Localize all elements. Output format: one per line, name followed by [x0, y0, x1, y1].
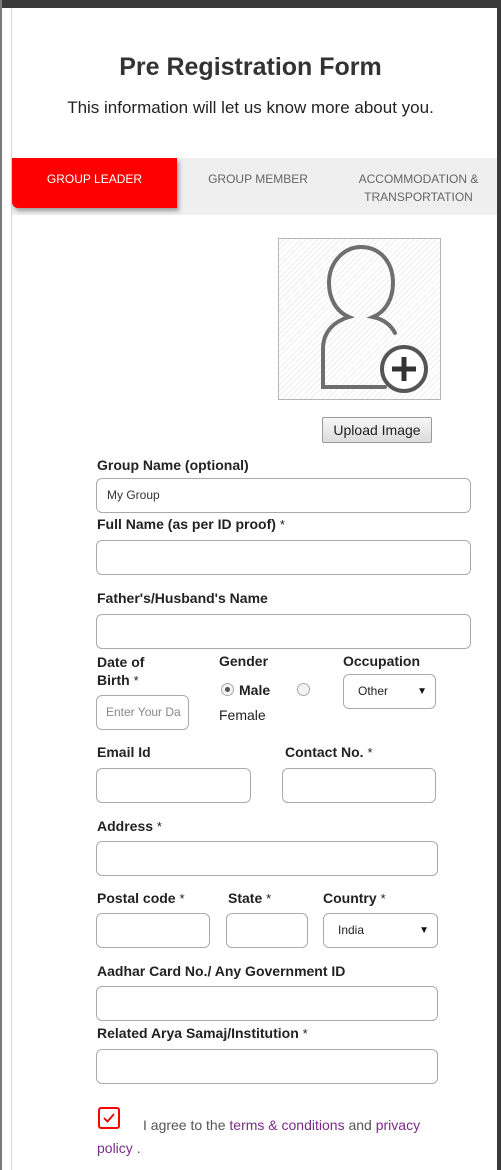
- label-text: Related Arya Samaj/Institution: [97, 1025, 299, 1041]
- arya-samaj-label: Related Arya Samaj/Institution *: [97, 1025, 308, 1041]
- country-select[interactable]: India ▼: [323, 913, 438, 948]
- label-text: Birth: [97, 672, 130, 688]
- agree-text: I agree to the: [143, 1117, 226, 1133]
- postal-code-label: Postal code *: [97, 890, 185, 906]
- select-value: India: [338, 923, 365, 937]
- state-label: State *: [228, 890, 271, 906]
- occupation-label: Occupation: [343, 653, 421, 669]
- gender-female-radio[interactable]: [297, 683, 310, 696]
- required-marker: *: [156, 819, 162, 834]
- label-text: State: [228, 890, 263, 906]
- profile-photo-placeholder[interactable]: [278, 238, 441, 400]
- group-name-input[interactable]: My Group: [96, 478, 471, 513]
- required-marker: *: [380, 891, 386, 906]
- required-marker: *: [179, 891, 185, 906]
- aadhar-label: Aadhar Card No./ Any Government ID: [97, 963, 346, 979]
- window-top-border: [0, 0, 501, 8]
- required-marker: *: [367, 745, 373, 760]
- tab-label-line1: ACCOMMODATION &: [358, 172, 479, 186]
- label-text: Address: [97, 818, 154, 834]
- required-marker: *: [266, 891, 272, 906]
- occupation-select[interactable]: Other ▼: [343, 674, 436, 709]
- country-label: Country *: [323, 890, 386, 906]
- required-marker: *: [302, 1026, 308, 1041]
- arya-samaj-input[interactable]: [96, 1049, 438, 1084]
- tab-group-member[interactable]: GROUP MEMBER: [188, 158, 328, 215]
- label-text: Date of: [97, 654, 145, 670]
- user-add-icon: [321, 244, 428, 393]
- required-marker: *: [279, 517, 285, 532]
- tab-accommodation-transportation[interactable]: ACCOMMODATION & TRANSPORTATION: [340, 158, 497, 215]
- window-left-border: [0, 0, 2, 1170]
- required-marker: *: [133, 673, 139, 688]
- gender-label: Gender: [219, 653, 269, 669]
- agree-text: .: [136, 1140, 141, 1156]
- label-text: Father's/Husband's Name: [97, 590, 268, 606]
- label-text: Group Name (optional): [97, 457, 249, 473]
- tab-label: GROUP LEADER: [46, 172, 143, 186]
- father-name-input[interactable]: [96, 614, 471, 649]
- dob-label: Date of Birth *: [97, 653, 144, 690]
- address-label: Address *: [97, 818, 162, 834]
- full-name-input[interactable]: [96, 540, 471, 575]
- email-input[interactable]: [96, 768, 251, 803]
- agree-text: and: [348, 1117, 372, 1133]
- address-input[interactable]: [96, 841, 438, 876]
- contact-label: Contact No. *: [285, 744, 373, 760]
- postal-code-input[interactable]: [96, 913, 210, 948]
- label-text: Contact No.: [285, 744, 364, 760]
- page-subtitle: This information will let us know more a…: [67, 98, 434, 117]
- aadhar-input[interactable]: [96, 986, 438, 1021]
- dropdown-caret-icon: ▼: [417, 686, 427, 697]
- dropdown-caret-icon: ▼: [419, 925, 429, 936]
- label-text: Postal code: [97, 890, 176, 906]
- contact-input[interactable]: [282, 768, 436, 803]
- gender-male-radio[interactable]: [221, 683, 234, 696]
- label-text: Country: [323, 890, 377, 906]
- tab-label-line2: TRANSPORTATION: [364, 190, 473, 204]
- state-input[interactable]: [226, 913, 308, 948]
- group-name-label: Group Name (optional): [97, 457, 249, 473]
- gender-female-label: Female: [219, 707, 266, 723]
- gender-male-label: Male: [239, 682, 271, 698]
- tab-group-leader[interactable]: GROUP LEADER: [12, 158, 177, 208]
- tab-bar: GROUP LEADER GROUP MEMBER ACCOMMODATION …: [12, 158, 497, 215]
- label-text: Full Name (as per ID proof): [97, 516, 276, 532]
- tab-label: GROUP MEMBER: [208, 172, 308, 186]
- dob-input[interactable]: Enter Your Da: [96, 695, 189, 730]
- window-right-border: [497, 0, 501, 1170]
- terms-link[interactable]: terms & conditions: [229, 1117, 344, 1133]
- select-value: Other: [358, 684, 389, 698]
- father-name-label: Father's/Husband's Name: [97, 590, 268, 606]
- page-title: Pre Registration Form: [119, 53, 382, 81]
- agreement-text: I agree to the terms & conditions and pr…: [97, 1114, 457, 1160]
- full-name-label: Full Name (as per ID proof) *: [97, 516, 285, 532]
- upload-image-button[interactable]: Upload Image: [322, 417, 432, 443]
- email-label: Email Id: [97, 744, 151, 760]
